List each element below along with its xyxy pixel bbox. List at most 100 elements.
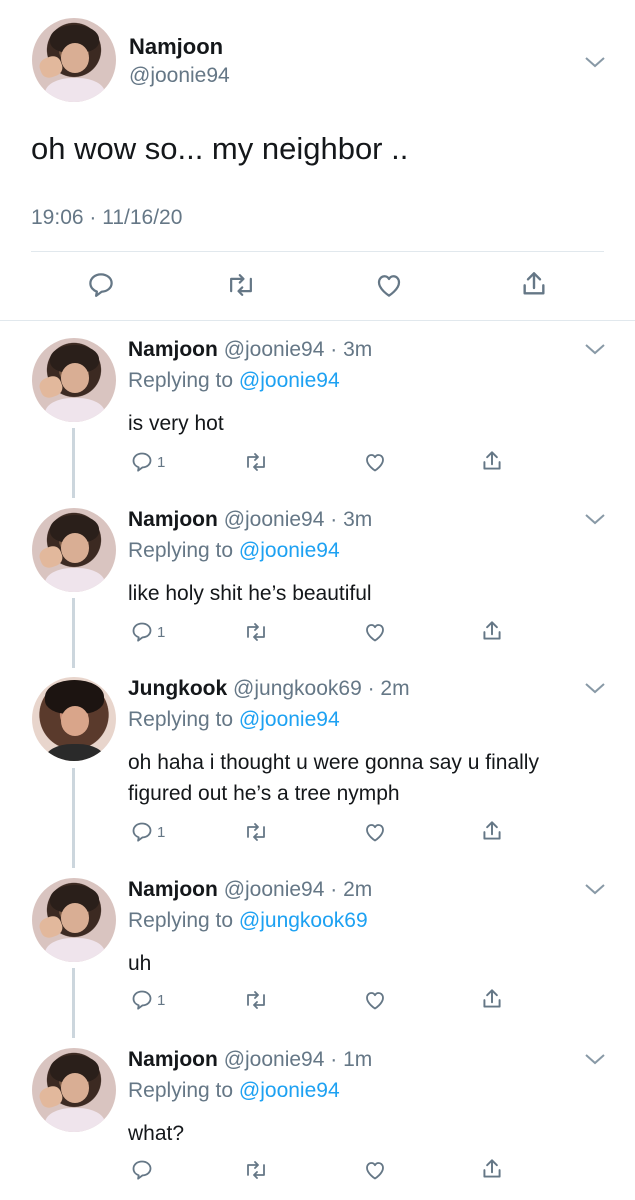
like-button[interactable] <box>373 270 405 300</box>
reply-count: 1 <box>157 453 166 471</box>
reply-icon <box>132 452 152 472</box>
reply-button[interactable]: 1 <box>130 450 165 474</box>
like-icon <box>366 824 384 842</box>
replying-to-link[interactable]: @joonie94 <box>239 708 340 731</box>
reply-avatar[interactable] <box>32 878 116 962</box>
like-button[interactable] <box>362 450 388 474</box>
like-icon <box>366 992 384 1010</box>
retweet-icon <box>247 823 265 841</box>
replying-to-link[interactable]: @joonie94 <box>239 1079 340 1102</box>
reply-meta: @joonie94 · 2m <box>223 878 373 901</box>
author-name[interactable]: Namjoon <box>129 34 223 60</box>
share-button[interactable] <box>479 818 505 844</box>
reply-header: Namjoon @joonie94 · 2m <box>128 878 372 902</box>
replying-label: Replying to <box>128 539 234 562</box>
like-button[interactable] <box>362 988 388 1012</box>
reply-header: Namjoon @joonie94 · 1m <box>128 1048 372 1072</box>
reply-tweet[interactable]: Namjoon @joonie94 · 3m Replying to @joon… <box>0 338 635 488</box>
reply-author-name[interactable]: Namjoon <box>128 508 218 531</box>
reply-tweet[interactable]: Jungkook @jungkook69 · 2m Replying to @j… <box>0 677 635 857</box>
retweet-icon <box>247 623 265 641</box>
replying-to: Replying to @joonie94 <box>128 369 340 393</box>
share-button[interactable] <box>479 986 505 1012</box>
share-button[interactable] <box>479 448 505 474</box>
tweet-timestamp[interactable]: 19:06 · 11/16/20 <box>31 206 182 230</box>
replying-to-link[interactable]: @joonie94 <box>239 369 340 392</box>
reply-icon <box>89 273 113 297</box>
reply-text: uh <box>128 952 152 975</box>
author-avatar[interactable] <box>32 18 116 102</box>
share-icon <box>483 1159 501 1178</box>
reply-button[interactable]: 1 <box>130 620 165 644</box>
divider <box>31 251 604 252</box>
divider <box>0 320 635 321</box>
like-icon <box>366 624 384 642</box>
reply-button[interactable] <box>86 270 116 300</box>
share-button[interactable] <box>479 618 505 644</box>
retweet-icon <box>247 991 265 1009</box>
replying-to-link[interactable]: @joonie94 <box>239 539 340 562</box>
retweet-button[interactable] <box>225 270 257 300</box>
reply-count: 1 <box>157 991 166 1009</box>
reply-icon <box>132 822 152 842</box>
share-button[interactable] <box>479 1156 505 1182</box>
retweet-button[interactable] <box>243 450 269 474</box>
reply-header: Jungkook @jungkook69 · 2m <box>128 677 410 701</box>
replying-label: Replying to <box>128 708 234 731</box>
share-button[interactable] <box>518 268 550 300</box>
share-icon <box>523 272 545 295</box>
retweet-icon <box>247 1161 265 1179</box>
tweet-menu-chevron-icon[interactable] <box>584 681 606 695</box>
retweet-button[interactable] <box>243 620 269 644</box>
reply-avatar[interactable] <box>32 338 116 422</box>
reply-text: what? <box>128 1122 185 1145</box>
reply-icon <box>132 1160 152 1180</box>
retweet-button[interactable] <box>243 988 269 1012</box>
replying-to-link[interactable]: @jungkook69 <box>239 909 368 932</box>
reply-count: 1 <box>157 823 166 841</box>
replying-label: Replying to <box>128 369 234 392</box>
like-button[interactable] <box>362 620 388 644</box>
reply-tweet[interactable]: Namjoon @joonie94 · 3m Replying to @joon… <box>0 508 635 658</box>
replying-to: Replying to @joonie94 <box>128 1079 340 1103</box>
like-icon <box>366 454 384 472</box>
reply-author-name[interactable]: Namjoon <box>128 878 218 901</box>
reply-avatar[interactable] <box>32 1048 116 1132</box>
replying-to: Replying to @joonie94 <box>128 539 340 563</box>
share-icon <box>483 621 501 640</box>
reply-text: is very hot <box>128 412 224 435</box>
share-icon <box>483 821 501 840</box>
reply-count: 1 <box>157 623 166 641</box>
tweet-menu-chevron-icon[interactable] <box>584 882 606 896</box>
reply-meta: @joonie94 · 3m <box>223 508 373 531</box>
retweet-icon <box>247 453 265 471</box>
replying-label: Replying to <box>128 909 234 932</box>
like-button[interactable] <box>362 820 388 844</box>
tweet-menu-chevron-icon[interactable] <box>584 342 606 356</box>
tweet-menu-chevron-icon[interactable] <box>584 512 606 526</box>
reply-author-name[interactable]: Namjoon <box>128 338 218 361</box>
reply-button[interactable] <box>130 1158 157 1182</box>
retweet-button[interactable] <box>243 1158 269 1182</box>
reply-text: oh haha i thought u were gonna say u fin… <box>128 751 539 805</box>
reply-text: like holy shit he’s beautiful <box>128 582 372 605</box>
share-icon <box>483 989 501 1008</box>
reply-author-name[interactable]: Jungkook <box>128 677 227 700</box>
tweet-text: oh wow so... my neighbor .. <box>31 131 409 166</box>
reply-button[interactable]: 1 <box>130 988 165 1012</box>
reply-avatar[interactable] <box>32 508 116 592</box>
reply-tweet[interactable]: Namjoon @joonie94 · 1m Replying to @joon… <box>0 1048 635 1198</box>
like-button[interactable] <box>362 1158 388 1182</box>
reply-button[interactable]: 1 <box>130 820 165 844</box>
reply-avatar[interactable] <box>32 677 116 761</box>
reply-tweet[interactable]: Namjoon @joonie94 · 2m Replying to @jung… <box>0 878 635 1028</box>
reply-meta: @joonie94 · 1m <box>223 1048 373 1071</box>
reply-author-name[interactable]: Namjoon <box>128 1048 218 1071</box>
retweet-button[interactable] <box>243 820 269 844</box>
author-handle[interactable]: @joonie94 <box>129 64 230 88</box>
replying-label: Replying to <box>128 1079 234 1102</box>
reply-meta: @joonie94 · 3m <box>223 338 373 361</box>
tweet-menu-chevron-icon[interactable] <box>584 55 606 69</box>
replying-to: Replying to @jungkook69 <box>128 909 368 933</box>
tweet-menu-chevron-icon[interactable] <box>584 1052 606 1066</box>
